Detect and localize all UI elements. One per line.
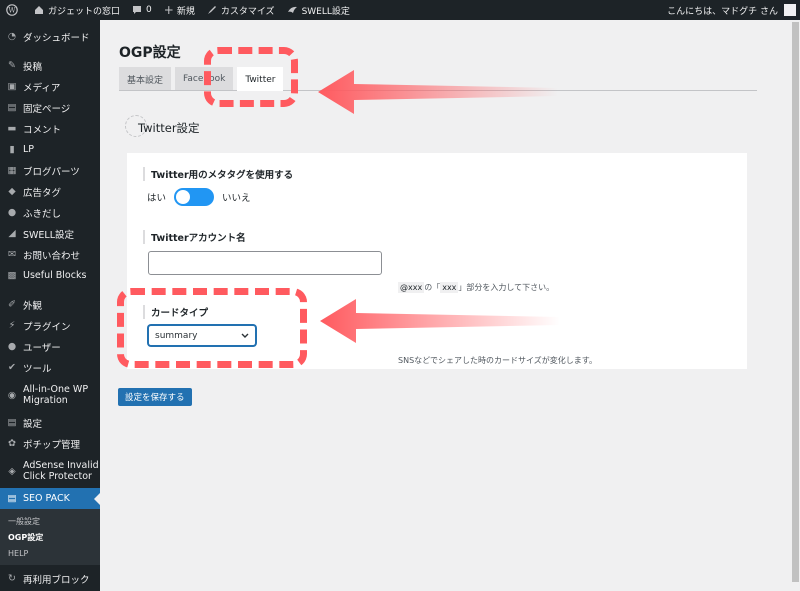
- account-label: Twitterアカウント名: [143, 230, 246, 244]
- brush-icon: ✐: [8, 299, 16, 310]
- brush-icon: [207, 6, 216, 14]
- admin-bar: W ガジェットの窓口 0 + 新規 カスタマイズ SWELL設定 こんにちは、マ…: [0, 0, 800, 20]
- annotation-arrow-icon: [318, 70, 558, 114]
- sidebar-item-swell[interactable]: ◢ SWELL設定: [0, 223, 100, 244]
- toggle-yes-label: はい: [147, 193, 167, 204]
- balloon-icon: ●: [7, 207, 17, 218]
- plus-icon: +: [163, 3, 174, 17]
- annotation-highlight-twitter-tab: [204, 47, 298, 107]
- seo-icon: ▤: [7, 493, 17, 504]
- sidebar-item-blog-parts[interactable]: ▦ ブログパーツ: [0, 160, 100, 181]
- sidebar-item-posts[interactable]: ✎ 投稿: [0, 55, 100, 76]
- twitter-account-input[interactable]: [148, 251, 382, 275]
- main-content: OGP設定 基本設定 Facebook Twitter Twitter設定 Tw…: [100, 20, 800, 591]
- swell-settings-link[interactable]: SWELL設定: [281, 0, 356, 20]
- sidebar-item-lp[interactable]: ▮ LP: [0, 139, 100, 160]
- save-settings-button[interactable]: 設定を保存する: [118, 388, 192, 406]
- site-name-link[interactable]: ガジェットの窓口: [28, 0, 126, 20]
- sidebar-item-adsense[interactable]: ◈ AdSense Invalid Click Protector: [0, 454, 100, 488]
- sidebar-item-plugins[interactable]: ⚡ プラグイン: [0, 315, 100, 336]
- greeting: こんにちは、マドグチ さん: [667, 6, 778, 17]
- page-title: OGP設定: [119, 45, 181, 61]
- wordpress-logo-icon[interactable]: W: [0, 0, 28, 20]
- annotation-arrow-icon: [320, 299, 560, 343]
- sidebar-item-comments[interactable]: ▬ コメント: [0, 118, 100, 139]
- admin-sidebar: ◔ ダッシュボード ✎ 投稿 ▣ メディア ▤ 固定ページ ▬ コメント ▮ LP ▦ ブログ…: [0, 20, 100, 591]
- meta-tag-toggle[interactable]: [174, 188, 215, 206]
- sidebar-item-ad-tag[interactable]: ◆ 広告タグ: [0, 181, 100, 202]
- meta-tag-toggle-row: はい いいえ: [147, 188, 251, 206]
- pin-icon: ✎: [8, 60, 16, 71]
- sidebar-item-media[interactable]: ▣ メディア: [0, 76, 100, 97]
- dashboard-icon: ◔: [7, 31, 17, 42]
- sidebar-item-tools[interactable]: ✔ ツール: [0, 357, 100, 378]
- media-icon: ▣: [7, 81, 17, 92]
- tab-basic[interactable]: 基本設定: [119, 67, 172, 90]
- ad-tag-icon: ◆: [8, 186, 16, 197]
- svg-text:W: W: [8, 7, 16, 15]
- paw-icon: ✿: [8, 438, 16, 449]
- comment-bubble-icon: [133, 6, 142, 14]
- sidebar-item-balloon[interactable]: ● ふきだし: [0, 202, 100, 223]
- submenu-ogp[interactable]: OGP設定: [0, 529, 100, 545]
- seo-pack-submenu: 一般設定 OGP設定 HELP: [0, 509, 100, 565]
- avatar: [784, 4, 796, 16]
- wrench-icon: ✔: [8, 362, 16, 373]
- sidebar-item-users[interactable]: ● ユーザー: [0, 336, 100, 357]
- settings-icon: ▤: [7, 417, 17, 428]
- sidebar-item-useful-blocks[interactable]: ▩ Useful Blocks: [0, 265, 100, 286]
- home-icon: [35, 6, 43, 14]
- sidebar-item-appearance[interactable]: ✐ 外観: [0, 294, 100, 315]
- toggle-no-label: いいえ: [222, 193, 251, 204]
- submenu-general[interactable]: 一般設定: [0, 513, 100, 529]
- customize-link[interactable]: カスタマイズ: [201, 0, 281, 20]
- swell-icon: ◢: [8, 228, 16, 239]
- migration-icon: ◉: [7, 389, 17, 401]
- toggle-knob: [176, 190, 191, 204]
- mail-icon: ✉: [8, 249, 16, 260]
- swell-bird-icon: [287, 6, 297, 13]
- shield-icon: ◈: [8, 465, 16, 477]
- sidebar-item-dashboard[interactable]: ◔ ダッシュボード: [0, 26, 100, 47]
- annotation-highlight-card-type: [117, 288, 307, 368]
- scrollbar[interactable]: [791, 20, 800, 591]
- comment-icon: ▬: [7, 123, 17, 134]
- plugin-icon: ⚡: [8, 320, 16, 331]
- comments-count: 0: [146, 5, 152, 15]
- reuse-icon: ↻: [8, 573, 16, 584]
- sidebar-item-seo-pack[interactable]: ▤ SEO PACK: [0, 488, 100, 509]
- account-help: @xxx の「 xxx 」部分を入力して下さい。: [398, 282, 555, 293]
- section-title: Twitter設定: [125, 115, 200, 137]
- page-icon: ▤: [7, 102, 17, 113]
- scrollbar-thumb[interactable]: [792, 22, 799, 582]
- comments-link[interactable]: 0: [126, 0, 158, 20]
- account-menu[interactable]: こんにちは、マドグチ さん: [667, 4, 800, 17]
- blocks-icon: ▩: [7, 270, 17, 281]
- submenu-help[interactable]: HELP: [0, 545, 100, 561]
- site-name: ガジェットの窓口: [48, 6, 121, 17]
- sidebar-item-migration[interactable]: ◉ All-in-One WP Migration: [0, 378, 100, 412]
- sidebar-item-pochipp[interactable]: ✿ ポチップ管理: [0, 433, 100, 454]
- lp-icon: ▮: [9, 144, 15, 155]
- blog-parts-icon: ▦: [7, 165, 17, 176]
- sidebar-item-pages[interactable]: ▤ 固定ページ: [0, 97, 100, 118]
- sidebar-item-reusable-blocks[interactable]: ↻ 再利用ブロック: [0, 568, 100, 589]
- meta-tag-label: Twitter用のメタタグを使用する: [143, 167, 293, 181]
- sidebar-item-settings[interactable]: ▤ 設定: [0, 412, 100, 433]
- new-content-link[interactable]: + 新規: [158, 0, 201, 20]
- card-type-help: SNSなどでシェアした時のカードサイズが変化します。: [398, 356, 597, 365]
- user-icon: ●: [7, 341, 17, 352]
- sidebar-item-contact[interactable]: ✉ お問い合わせ: [0, 244, 100, 265]
